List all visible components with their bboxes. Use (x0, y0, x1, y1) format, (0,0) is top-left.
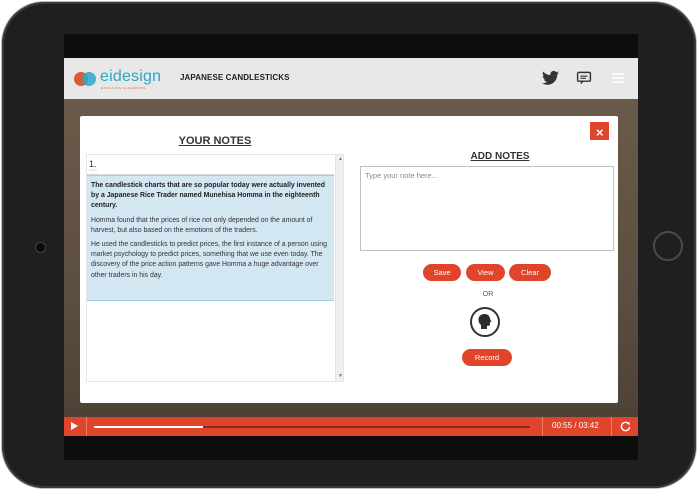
tablet-frame: eidesign ENGAGING ELEARNING JAPANESE CAN… (2, 2, 696, 488)
twitter-icon[interactable] (542, 70, 559, 86)
add-notes-heading: ADD NOTES (470, 151, 530, 162)
app-header: eidesign ENGAGING ELEARNING JAPANESE CAN… (64, 58, 638, 99)
replay-icon[interactable] (620, 421, 631, 432)
save-button[interactable]: Save (423, 264, 461, 281)
note-paragraph: Homma found that the prices of rice not … (91, 216, 313, 234)
menu-icon[interactable] (611, 70, 625, 86)
note-paragraph: The candlestick charts that are so popul… (91, 182, 325, 210)
progress-fill (94, 426, 203, 428)
speaking-head-icon (478, 314, 492, 329)
brand-logo: eidesign ENGAGING ELEARNING (74, 67, 161, 91)
play-icon[interactable] (71, 422, 78, 430)
progress-bar[interactable] (94, 426, 530, 428)
view-button[interactable]: View (466, 264, 505, 281)
time-display: 00:55 / 03:42 (552, 421, 599, 430)
chat-icon[interactable] (576, 70, 592, 86)
camera-dot (35, 242, 46, 253)
scroll-up-icon[interactable]: ▲ (337, 156, 343, 162)
voice-record-icon[interactable] (470, 307, 500, 337)
scroll-down-icon[interactable]: ▼ (337, 373, 343, 379)
note-paragraph: He used the candlesticks to predict pric… (91, 241, 327, 279)
your-notes-heading: YOUR NOTES (178, 135, 252, 147)
record-button[interactable]: Record (462, 349, 512, 366)
screen: eidesign ENGAGING ELEARNING JAPANESE CAN… (64, 34, 638, 460)
notes-scrollbar[interactable]: ▲ ▼ (335, 155, 343, 381)
course-title: JAPANESE CANDLESTICKS (180, 73, 290, 82)
clear-button[interactable]: Clear (509, 264, 551, 281)
note-input[interactable] (360, 166, 614, 251)
logo-text: eidesign (100, 68, 162, 85)
home-button[interactable] (653, 231, 683, 261)
notes-list[interactable]: 1. The candlestick charts that are so po… (86, 154, 344, 382)
player-bar: 00:55 / 03:42 (64, 417, 638, 436)
logo-tagline: ENGAGING ELEARNING (101, 86, 147, 90)
note-number: 1. (89, 159, 97, 171)
note-item[interactable]: The candlestick charts that are so popul… (87, 175, 334, 301)
or-separator: OR (482, 291, 494, 298)
close-button[interactable]: × (589, 121, 610, 141)
